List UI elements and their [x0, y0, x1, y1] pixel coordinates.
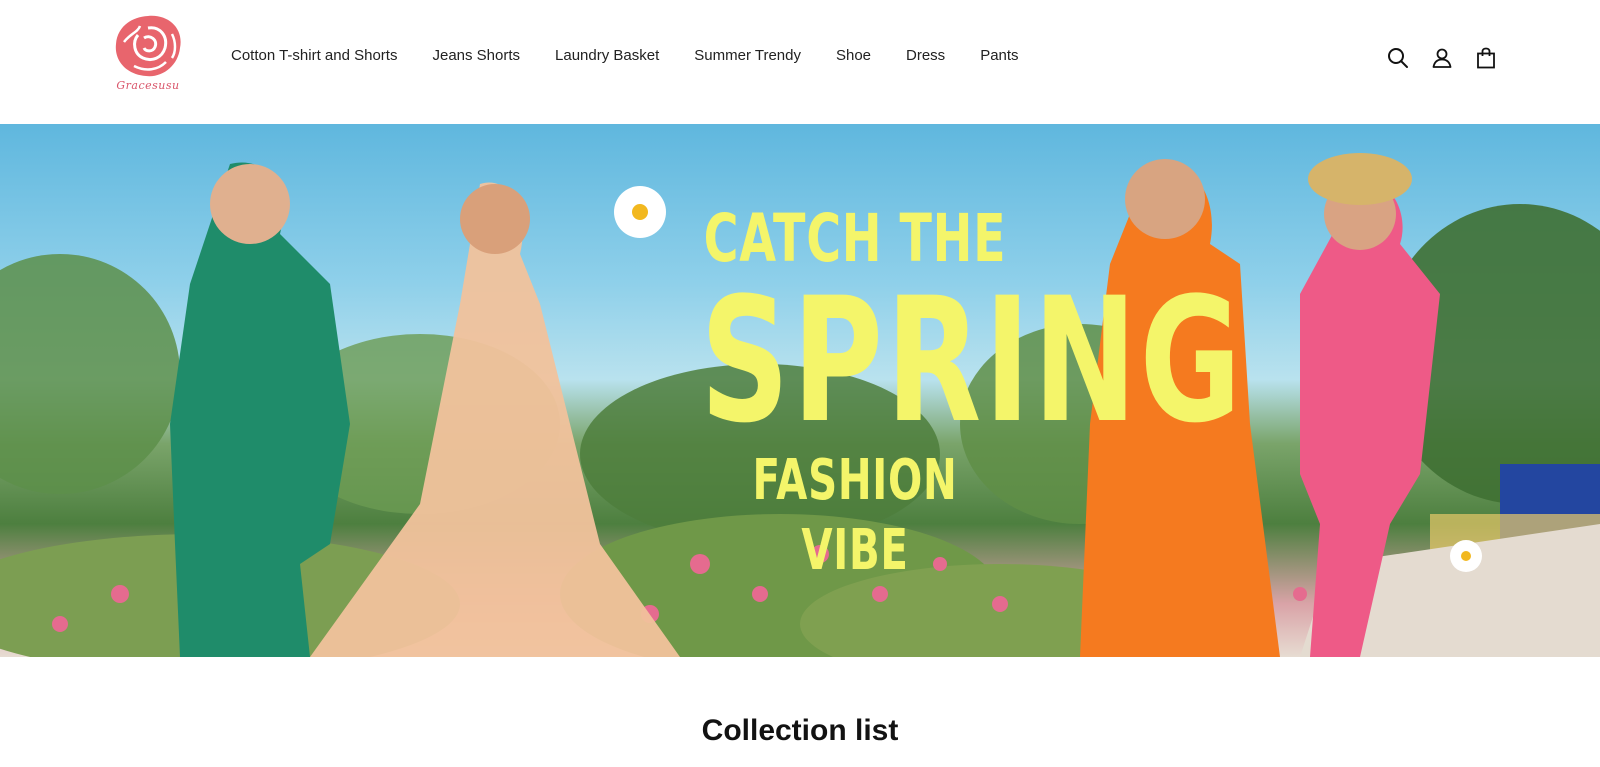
nav-item-laundry-basket[interactable]: Laundry Basket	[555, 47, 659, 64]
nav-item-shoe[interactable]: Shoe	[836, 47, 871, 64]
hero-banner[interactable]: CATCH THE SPRING FASHION VIBE	[0, 124, 1600, 657]
nav-item-dress[interactable]: Dress	[906, 47, 945, 64]
account-button[interactable]	[1428, 44, 1456, 72]
brand-logo-text: Gracesusu	[116, 79, 180, 92]
rose-logo-icon	[115, 15, 181, 77]
nav-item-pants[interactable]: Pants	[980, 47, 1018, 64]
cart-button[interactable]	[1472, 44, 1500, 72]
brand-logo[interactable]: Gracesusu	[110, 12, 186, 96]
search-icon	[1388, 48, 1408, 68]
site-header: Gracesusu Cotton T-shirt and Shorts Jean…	[0, 0, 1600, 124]
hero-line-3: FASHION VIBE	[752, 448, 958, 583]
nav-item-jeans-shorts[interactable]: Jeans Shorts	[432, 47, 520, 64]
search-button[interactable]	[1384, 44, 1412, 72]
hero-line-2: SPRING	[700, 260, 1245, 461]
account-icon	[1432, 48, 1452, 68]
header-icons	[1384, 44, 1500, 72]
collection-list-title: Collection list	[701, 714, 899, 747]
nav-item-cotton-tshirt-shorts[interactable]: Cotton T-shirt and Shorts	[231, 47, 397, 64]
main-nav: Cotton T-shirt and Shorts Jeans Shorts L…	[231, 47, 1019, 64]
nav-item-summer-trendy[interactable]: Summer Trendy	[694, 47, 801, 64]
cart-bag-icon	[1477, 47, 1495, 69]
hero-headline: CATCH THE SPRING FASHION VIBE	[700, 202, 1245, 586]
